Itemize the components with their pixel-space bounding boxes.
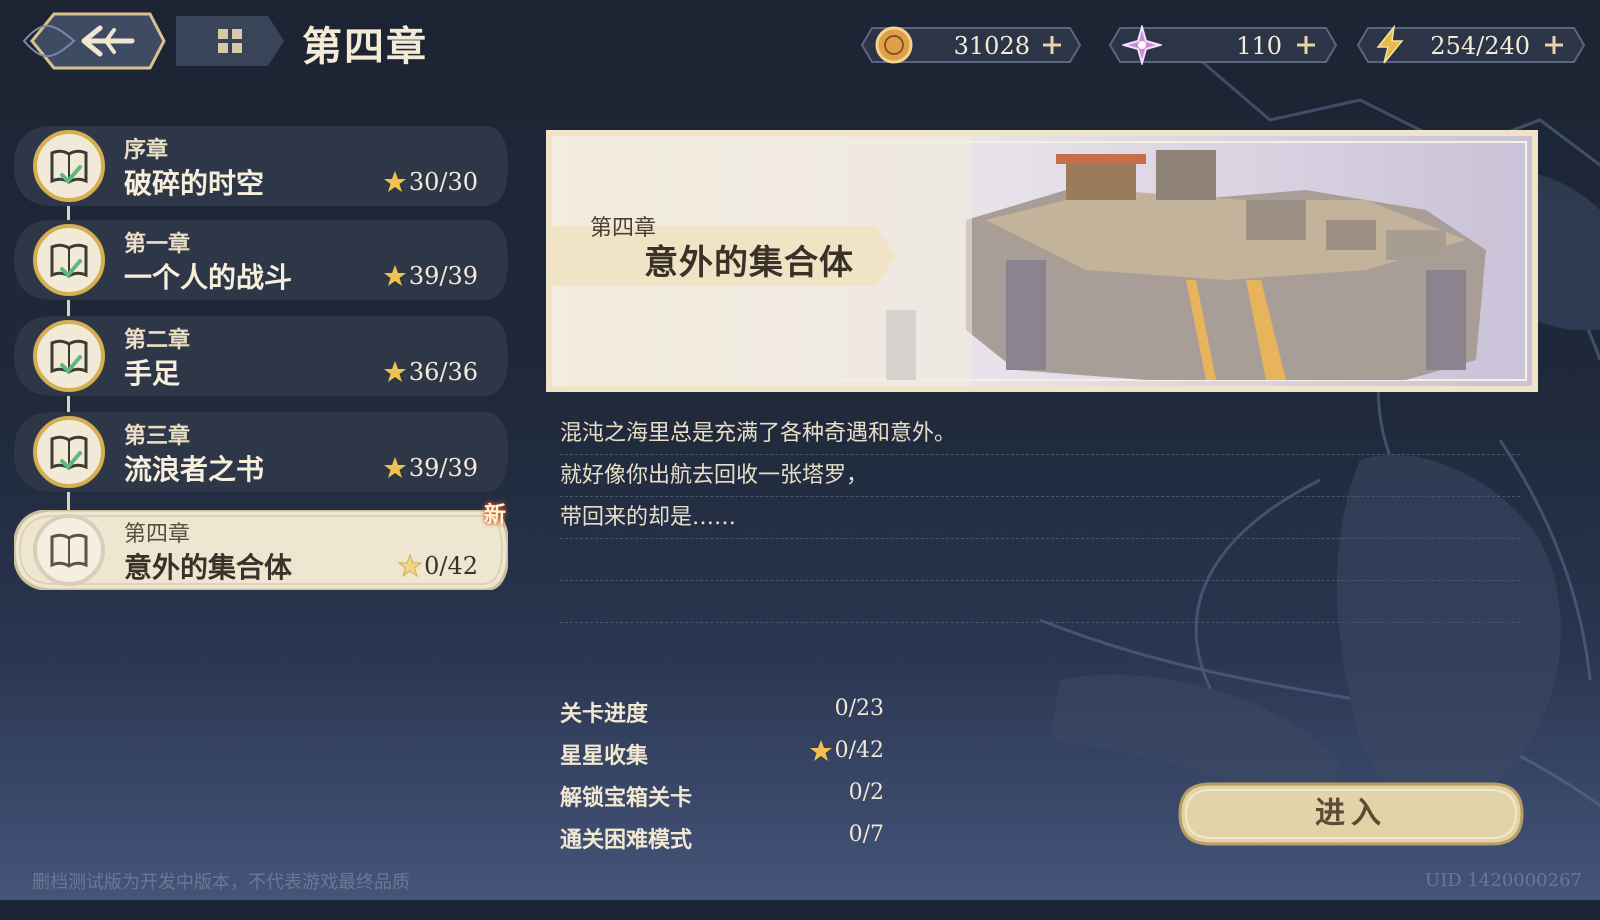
add-energy-icon[interactable] bbox=[1542, 33, 1566, 57]
star-icon bbox=[383, 171, 406, 192]
chapter-name: 破碎的时空 bbox=[124, 167, 265, 200]
description-line bbox=[560, 540, 1520, 581]
stat-label: 解锁宝箱关卡 bbox=[560, 785, 693, 811]
crystal-icon bbox=[1122, 25, 1162, 65]
grid-menu-icon bbox=[176, 16, 284, 66]
chapter-stars-count: 39/39 bbox=[408, 262, 478, 290]
description-line: 带回来的却是…… bbox=[560, 498, 1520, 539]
chapter-item-1[interactable]: 第一章 一个人的战斗 39/39 bbox=[14, 220, 508, 300]
chapter-stars: 36/36 bbox=[383, 358, 478, 386]
energy-resource: 254/240 bbox=[1356, 25, 1586, 64]
stat-treasure-stages: 解锁宝箱关卡 0/2 bbox=[560, 772, 884, 812]
chapter-stars: 30/30 bbox=[383, 168, 478, 196]
chapter-item-4-selected[interactable]: 第四章 意外的集合体 0/42 bbox=[14, 510, 508, 590]
coin-value: 31028 bbox=[953, 32, 1030, 60]
energy-value: 254/240 bbox=[1430, 32, 1530, 60]
chapter-subtitle: 第三章 bbox=[124, 423, 191, 449]
chapter-stars-count: 36/36 bbox=[408, 358, 478, 386]
stat-value-with-star: 0/42 bbox=[809, 738, 884, 763]
back-button[interactable] bbox=[14, 8, 166, 74]
chapter-stars-count: 30/30 bbox=[408, 168, 478, 196]
star-icon bbox=[383, 457, 406, 478]
star-icon bbox=[383, 361, 406, 382]
add-coin-icon[interactable] bbox=[1040, 33, 1064, 57]
stat-value: 0/2 bbox=[848, 780, 884, 805]
new-badge: 新 bbox=[484, 502, 507, 528]
chapter-name: 一个人的战斗 bbox=[124, 261, 293, 294]
chapter-subtitle: 序章 bbox=[124, 137, 169, 163]
description-line: 混沌之海里总是充满了各种奇遇和意外。 bbox=[560, 414, 1520, 455]
book-completed-icon bbox=[33, 224, 105, 296]
star-icon bbox=[809, 739, 832, 761]
enter-button[interactable]: 进入 bbox=[1178, 782, 1524, 846]
chapter-stars: 39/39 bbox=[383, 262, 478, 290]
stat-value: 0/42 bbox=[834, 738, 884, 763]
star-outline-icon bbox=[398, 554, 423, 578]
stat-label: 星星收集 bbox=[560, 743, 649, 769]
stat-label: 通关困难模式 bbox=[560, 827, 693, 853]
chapter-name: 意外的集合体 bbox=[124, 551, 293, 584]
stat-label: 关卡进度 bbox=[560, 701, 649, 727]
chapter-stars: 39/39 bbox=[383, 454, 478, 482]
chapter-subtitle: 第一章 bbox=[124, 231, 191, 257]
chapter-name: 流浪者之书 bbox=[124, 453, 265, 486]
star-icon bbox=[383, 265, 406, 286]
book-completed-icon bbox=[33, 130, 105, 202]
chapter-item-2[interactable]: 第二章 手足 36/36 bbox=[14, 316, 508, 396]
chapter-name: 手足 bbox=[124, 357, 181, 390]
coin-resource: 31028 bbox=[860, 26, 1082, 64]
description-line bbox=[560, 582, 1520, 623]
user-uid: UID 1420000267 bbox=[1425, 870, 1582, 891]
coin-icon bbox=[875, 26, 913, 64]
back-arrow-icon bbox=[22, 12, 166, 70]
chapter-item-3[interactable]: 第三章 流浪者之书 39/39 bbox=[14, 412, 508, 492]
chapter-stars-count: 0/42 bbox=[424, 552, 478, 580]
book-completed-icon bbox=[33, 320, 105, 392]
description-line: 就好像你出航去回收一张塔罗， bbox=[560, 456, 1520, 497]
book-completed-icon bbox=[33, 416, 105, 488]
chapter-subtitle: 第四章 bbox=[124, 522, 191, 547]
chapter-stars: 0/42 bbox=[398, 552, 478, 580]
add-crystal-icon[interactable] bbox=[1294, 33, 1318, 57]
chapter-subtitle: 第二章 bbox=[124, 327, 191, 353]
stat-stage-progress: 关卡进度 0/23 bbox=[560, 688, 884, 728]
book-icon bbox=[33, 514, 105, 586]
banner-title: 意外的集合体 bbox=[644, 243, 854, 283]
stat-value: 0/7 bbox=[848, 822, 884, 847]
lightning-icon bbox=[1376, 25, 1404, 64]
stat-star-collection: 星星收集 0/42 bbox=[560, 730, 884, 770]
crystal-value: 110 bbox=[1236, 32, 1282, 60]
chapter-menu-button[interactable] bbox=[172, 12, 288, 70]
chapter-stars-count: 39/39 bbox=[408, 454, 478, 482]
chapter-item-prologue[interactable]: 序章 破碎的时空 30/30 bbox=[14, 126, 508, 206]
page-title: 第四章 bbox=[302, 23, 428, 70]
crystal-resource: 110 bbox=[1108, 25, 1338, 65]
enter-button-label: 进入 bbox=[1315, 796, 1387, 831]
test-version-notice: 删档测试版为开发中版本，不代表游戏最终品质 bbox=[32, 872, 410, 893]
stat-value: 0/23 bbox=[834, 696, 884, 721]
stat-hard-mode: 通关困难模式 0/7 bbox=[560, 814, 884, 854]
